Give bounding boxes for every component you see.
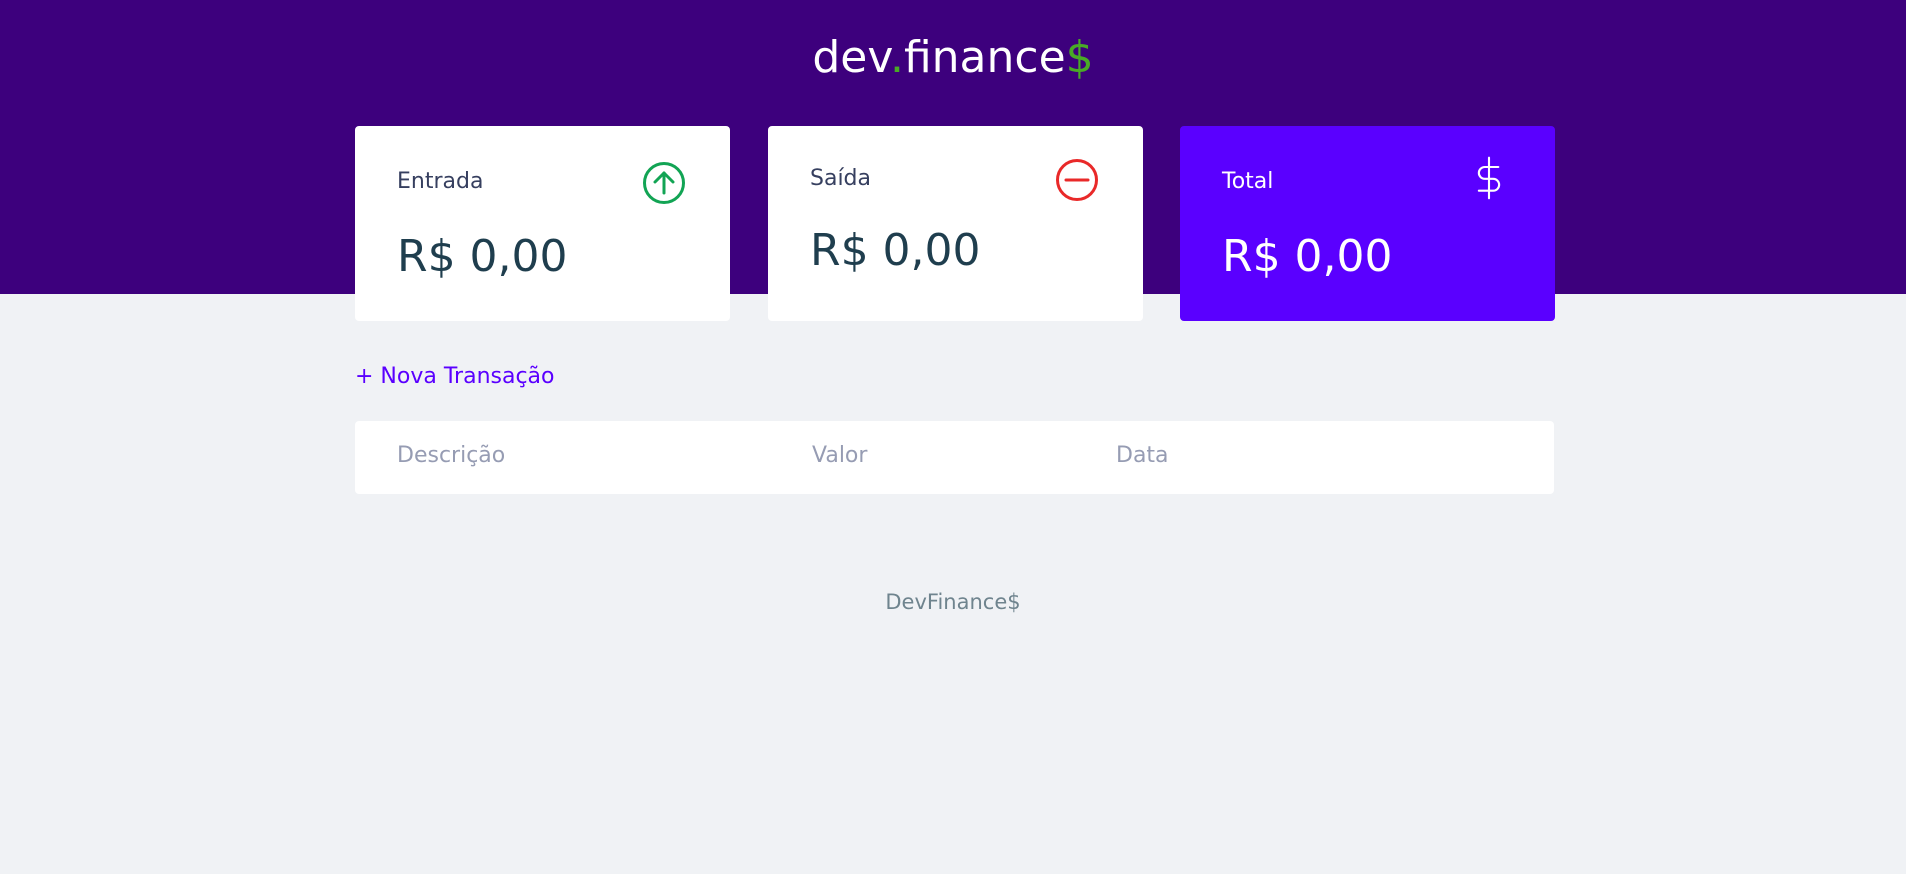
arrow-up-circle-icon [643, 162, 685, 204]
total-label: Total [1222, 169, 1274, 194]
column-header-date: Data [1116, 443, 1169, 468]
expense-value: R$ 0,00 [810, 225, 981, 276]
new-transaction-link[interactable]: + Nova Transação [355, 364, 555, 389]
logo-dot: . [889, 32, 904, 83]
expense-card: Saída R$ 0,00 [768, 126, 1143, 321]
income-card: Entrada R$ 0,00 [355, 126, 730, 321]
column-header-amount: Valor [812, 443, 868, 468]
dollar-icon [1477, 156, 1501, 200]
total-value: R$ 0,00 [1222, 231, 1393, 282]
income-label: Entrada [397, 169, 484, 194]
footer-text: DevFinance$ [885, 590, 1021, 614]
transactions-table-header: Descrição Valor Data [355, 421, 1554, 494]
total-card: Total R$ 0,00 [1180, 126, 1555, 321]
expense-label: Saída [810, 166, 872, 191]
logo-rest: finance [903, 32, 1066, 83]
column-header-description: Descrição [397, 443, 506, 468]
income-value: R$ 0,00 [397, 231, 568, 282]
minus-circle-icon [1056, 159, 1098, 201]
logo: dev.finance$ [0, 30, 1906, 86]
logo-main: dev [812, 32, 890, 83]
logo-dollar: $ [1065, 32, 1094, 83]
